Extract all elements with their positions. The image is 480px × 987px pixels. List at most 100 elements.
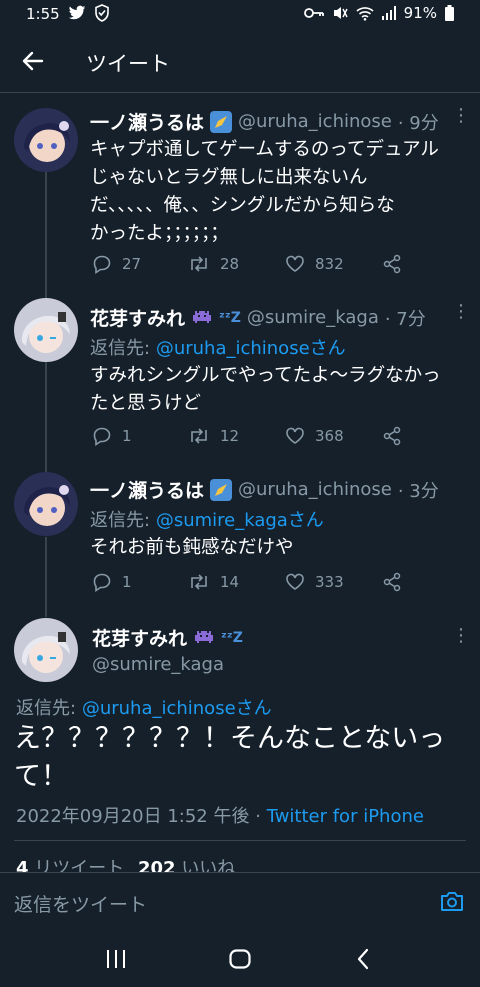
- tweet-1[interactable]: 一ノ瀬うるは @uruha_ichinose · 9分 ⋮ キャプボ通してゲーム…: [0, 96, 480, 286]
- reply-context: 返信先: @uruha_ichinoseさん: [16, 694, 272, 720]
- main-tweet-name-row: 花芽すみれ ᶻᶻZ: [92, 624, 243, 651]
- like-button[interactable]: 368: [285, 426, 344, 446]
- tweet-3[interactable]: 一ノ瀬うるは @uruha_ichinose · 3分 返信先: @sumire…: [0, 462, 480, 612]
- tweet-text-line: え？？？？？？！そんなことないっ: [14, 723, 446, 754]
- reply-icon: [93, 255, 111, 274]
- tweet-text-line: だ、、、、、俺、、シングルだから知らな: [90, 195, 395, 216]
- back-arrow-icon[interactable]: [18, 46, 48, 76]
- mute-icon: [333, 7, 348, 19]
- main-tweet-text: え？？？？？？！そんなことないっ て！: [14, 720, 470, 796]
- reply-button[interactable]: 1: [92, 572, 132, 592]
- reply-count: 1: [122, 427, 132, 445]
- share-icon[interactable]: [382, 254, 402, 274]
- retweet-button[interactable]: 14: [188, 572, 239, 592]
- retweet-count: 12: [220, 427, 240, 445]
- avatar-uruha[interactable]: [14, 472, 78, 536]
- status-notification-icons: [68, 4, 110, 22]
- reply-label: 返信先:: [90, 510, 151, 531]
- display-name[interactable]: 花芽すみれ: [92, 624, 187, 651]
- handle[interactable]: @sumire_kaga: [92, 654, 224, 675]
- retweet-count: 14: [220, 573, 240, 591]
- avatar-sumire[interactable]: [14, 298, 78, 362]
- tweet-text-line: たと思うけど: [90, 393, 202, 414]
- system-navbar: [0, 930, 480, 987]
- retweet-icon: [191, 256, 207, 272]
- status-time: 1:55: [26, 5, 60, 23]
- tweet-text: それお前も鈍感なだけや: [90, 534, 470, 562]
- reply-icon: [93, 573, 111, 592]
- reply-context: 返信先: @uruha_ichinoseさん: [90, 334, 346, 360]
- like-button[interactable]: 832: [285, 254, 344, 274]
- timestamp[interactable]: · 3分: [398, 477, 439, 503]
- timestamp[interactable]: · 7分: [385, 305, 426, 331]
- camera-icon[interactable]: [440, 890, 464, 912]
- reply-button[interactable]: 27: [92, 254, 141, 274]
- tweet-text-line: キャプボ通してゲームするのってデュアル: [90, 139, 439, 160]
- handle[interactable]: @uruha_ichinose: [238, 479, 392, 500]
- reply-label: 返信先:: [16, 698, 77, 719]
- rocket-emoji-icon: [210, 478, 233, 501]
- tweet-text-line: かったよ；；；；；；: [90, 223, 229, 244]
- sleep-zzz-icon: ᶻᶻZ: [219, 309, 241, 326]
- display-name[interactable]: 一ノ瀬うるは: [90, 476, 204, 503]
- reply-input[interactable]: 返信をツイート: [14, 890, 147, 917]
- retweet-button[interactable]: 12: [188, 426, 239, 446]
- header: ツイート: [0, 34, 480, 88]
- stats-divider: [14, 840, 466, 841]
- home-icon[interactable]: [229, 949, 251, 969]
- reply-count: 1: [122, 573, 132, 591]
- like-count: 832: [315, 255, 344, 273]
- page-title: ツイート: [86, 52, 170, 76]
- avatar-uruha[interactable]: [14, 108, 78, 172]
- like-count: 333: [315, 573, 344, 591]
- tweet-header: 花芽すみれ ᶻᶻZ @sumire_kaga · 7分: [90, 304, 426, 331]
- status-bar: 1:55 91%: [0, 0, 480, 30]
- retweet-count: 28: [220, 255, 240, 273]
- tweet-text-line: すみれシングルでやってたよ～ラグなかっ: [90, 365, 441, 386]
- tweet-text: すみれシングルでやってたよ～ラグなかっ たと思うけど: [90, 362, 470, 418]
- reply-to-link[interactable]: @uruha_ichinoseさん: [82, 698, 272, 719]
- display-name[interactable]: 一ノ瀬うるは: [90, 108, 204, 135]
- key-icon: [303, 8, 324, 18]
- recent-apps-icon[interactable]: [106, 950, 126, 968]
- reply-count: 27: [122, 255, 142, 273]
- share-icon[interactable]: [382, 572, 402, 592]
- status-system-icons: 91%: [303, 4, 454, 22]
- retweet-button[interactable]: 28: [188, 254, 239, 274]
- reply-to-link[interactable]: @sumire_kagaさん: [156, 510, 324, 531]
- reply-label: 返信先:: [90, 338, 151, 359]
- tweet-header: 一ノ瀬うるは @uruha_ichinose · 9分: [90, 108, 439, 135]
- tweet-text-line: て！: [14, 761, 68, 792]
- battery-percent: 91%: [403, 4, 437, 22]
- heart-icon: [286, 573, 304, 590]
- more-options-icon[interactable]: ⋮: [452, 107, 470, 125]
- tweet-client-link[interactable]: Twitter for iPhone: [267, 806, 424, 827]
- handle[interactable]: @sumire_kaga: [247, 307, 379, 328]
- tweet-date[interactable]: 2022年09月20日 1:52 午後 ·: [16, 806, 261, 827]
- reply-button[interactable]: 1: [92, 426, 132, 446]
- reply-context: 返信先: @sumire_kagaさん: [90, 506, 324, 532]
- retweet-icon: [191, 428, 207, 444]
- retweet-icon: [191, 574, 207, 590]
- header-divider: [0, 92, 480, 93]
- tweet-text-line: じゃないとラグ無しに出来ないん: [90, 167, 368, 188]
- twitter-icon: [68, 5, 86, 20]
- share-icon[interactable]: [382, 426, 402, 446]
- tweet-text: キャプボ通してゲームするのってデュアル じゃないとラグ無しに出来ないん だ、、、…: [90, 136, 470, 248]
- alien-monster-icon: [193, 310, 212, 323]
- alien-monster-icon: [195, 630, 214, 643]
- handle[interactable]: @uruha_ichinose: [238, 111, 392, 132]
- signal-icon: [381, 6, 396, 20]
- main-tweet: 花芽すみれ ᶻᶻZ @sumire_kaga ⋮ 返信先: @uruha_ich…: [0, 612, 480, 879]
- tweet-2[interactable]: 花芽すみれ ᶻᶻZ @sumire_kaga · 7分 ⋮ 返信先: @uruh…: [0, 290, 480, 462]
- heart-icon: [286, 255, 304, 272]
- reply-to-link[interactable]: @uruha_ichinoseさん: [156, 338, 346, 359]
- like-button[interactable]: 333: [285, 572, 344, 592]
- display-name[interactable]: 花芽すみれ: [90, 304, 185, 331]
- back-nav-icon[interactable]: [356, 948, 370, 970]
- timestamp[interactable]: · 9分: [398, 109, 439, 135]
- rocket-emoji-icon: [210, 110, 233, 133]
- more-options-icon[interactable]: ⋮: [452, 627, 470, 645]
- more-options-icon[interactable]: ⋮: [452, 303, 470, 321]
- avatar-sumire[interactable]: [14, 618, 78, 682]
